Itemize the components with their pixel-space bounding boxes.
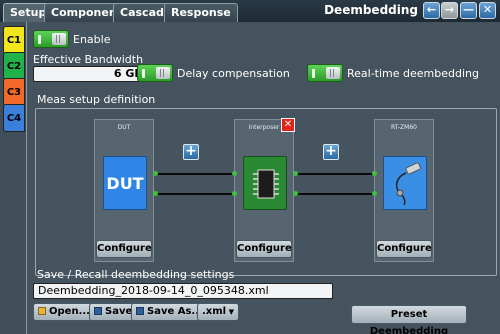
plus-icon: + (325, 143, 337, 159)
effective-bandwidth-label: Effective Bandwidth (33, 53, 144, 66)
close-icon: ✕ (283, 119, 293, 130)
probe-module: RT-ZM60 Configure (374, 119, 434, 262)
add-component-button-1[interactable]: + (183, 144, 199, 160)
close-icon: ✕ (482, 3, 493, 16)
open-button[interactable]: Open... (33, 303, 95, 321)
configure-dut-button[interactable]: Configure (96, 240, 152, 258)
dut-module-title: DUT (117, 124, 131, 131)
realtime-deembedding-toggle[interactable] (307, 64, 343, 82)
realtime-deembedding-label: Real-time deembedding (347, 67, 479, 80)
configure-interposer-button[interactable]: Configure (236, 240, 292, 258)
meas-setup-group: DUT DUT Configure interposer ✕ Configure… (35, 108, 497, 276)
channel-tab-c2[interactable]: C2 (3, 52, 25, 80)
channel-tab-c4[interactable]: C4 (3, 104, 25, 132)
connection-wire (156, 193, 234, 195)
minimize-icon: — (463, 3, 474, 16)
disk-icon (136, 307, 144, 315)
connection-wire (296, 193, 374, 195)
chip-icon (253, 169, 279, 199)
disk-icon (94, 307, 102, 315)
top-tab-bar: Setup Components Cascade Response Deembe… (0, 0, 500, 22)
port-dot (153, 171, 158, 176)
extension-dropdown[interactable]: .xml ▼ (197, 303, 239, 321)
configure-probe-button[interactable]: Configure (376, 240, 432, 258)
connection-wire (156, 173, 234, 175)
setup-panel: Enable Effective Bandwidth 6 GHz Delay c… (26, 22, 500, 334)
interposer-module: interposer ✕ Configure (234, 118, 295, 262)
close-button[interactable]: ✕ (479, 2, 496, 19)
back-button[interactable]: ← (423, 2, 440, 19)
forward-button[interactable]: → (441, 2, 458, 19)
tab-response[interactable]: Response (164, 3, 238, 22)
save-recall-label: Save / Recall deembedding settings (37, 268, 235, 281)
folder-icon (38, 307, 46, 315)
minimize-button[interactable]: — (460, 2, 477, 19)
port-dot (232, 171, 237, 176)
port-dot (153, 191, 158, 196)
connection-wire (296, 173, 374, 175)
probe-icon (395, 162, 421, 206)
port-dot (293, 191, 298, 196)
filename-field[interactable]: Deembedding_2018-09-14_0_095348.xml (33, 283, 333, 299)
port-dot (232, 191, 237, 196)
delay-compensation-toggle[interactable] (137, 64, 173, 82)
port-dot (372, 171, 377, 176)
dut-image: DUT (103, 156, 147, 210)
enable-toggle[interactable] (33, 30, 69, 48)
chevron-down-icon: ▼ (228, 308, 234, 316)
probe-module-title: RT-ZM60 (391, 124, 417, 131)
channel-tab-c1[interactable]: C1 (3, 26, 25, 54)
channel-tab-c3[interactable]: C3 (3, 78, 25, 106)
dut-module: DUT DUT Configure (94, 119, 154, 262)
probe-image (383, 156, 427, 210)
arrow-left-icon: ← (426, 3, 437, 16)
meas-setup-label: Meas setup definition (37, 93, 156, 106)
interposer-image (243, 156, 287, 210)
enable-label: Enable (73, 33, 111, 46)
delay-compensation-label: Delay compensation (177, 67, 290, 80)
add-component-button-2[interactable]: + (323, 144, 339, 160)
port-dot (293, 171, 298, 176)
dialog-title: Deembedding (324, 3, 418, 17)
arrow-right-icon: → (444, 3, 455, 16)
remove-interposer-button[interactable]: ✕ (281, 118, 295, 132)
preset-deembedding-button[interactable]: Preset Deembedding (351, 305, 467, 334)
plus-icon: + (185, 143, 197, 159)
port-dot (372, 191, 377, 196)
